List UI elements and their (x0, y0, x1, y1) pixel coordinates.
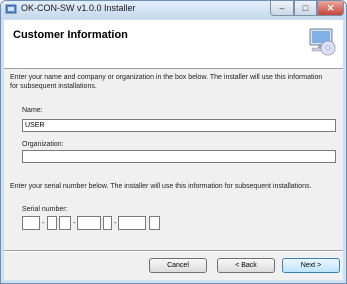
serial-separator: - (114, 218, 117, 227)
serial-field-5[interactable] (103, 216, 112, 230)
serial-field-7[interactable] (149, 216, 160, 230)
dialog-body: Customer Information Enter your name and… (4, 20, 343, 280)
serial-number-label: Serial number: (22, 206, 68, 213)
organization-field[interactable] (22, 150, 336, 163)
serial-field-6[interactable] (118, 216, 146, 230)
name-field[interactable]: USER (22, 119, 336, 132)
organization-label: Organization: (22, 141, 64, 148)
serial-field-2[interactable] (47, 216, 57, 230)
serial-field-4[interactable] (77, 216, 101, 230)
close-icon: ✕ (326, 3, 335, 13)
minimize-icon: – (279, 3, 285, 13)
serial-field-1[interactable] (22, 216, 40, 230)
serial-separator: - (73, 218, 76, 227)
computer-cd-icon (309, 28, 336, 56)
maximize-icon: □ (302, 3, 309, 13)
window-title: OK-CON-SW v1.0.0 Installer (21, 3, 136, 13)
installer-icon (5, 4, 17, 14)
title-bar[interactable]: OK-CON-SW v1.0.0 Installer – □ ✕ (1, 1, 346, 19)
header-banner: Customer Information (4, 20, 343, 69)
footer-divider (4, 250, 343, 252)
next-button[interactable]: Next > (282, 258, 340, 273)
minimize-button[interactable]: – (270, 1, 294, 16)
back-button[interactable]: < Back (217, 258, 275, 273)
page-title: Customer Information (13, 29, 128, 41)
intro-text-2: for subsequent installations. (10, 83, 97, 90)
serial-field-3[interactable] (59, 216, 71, 230)
installer-window: OK-CON-SW v1.0.0 Installer – □ ✕ Custome… (0, 0, 347, 284)
name-label: Name: (22, 107, 43, 114)
serial-separator: - (42, 218, 45, 227)
maximize-button[interactable]: □ (294, 1, 317, 16)
cancel-button[interactable]: Cancel (149, 258, 207, 273)
close-button[interactable]: ✕ (317, 1, 344, 16)
serial-intro-text: Enter your serial number below. The inst… (10, 183, 312, 190)
